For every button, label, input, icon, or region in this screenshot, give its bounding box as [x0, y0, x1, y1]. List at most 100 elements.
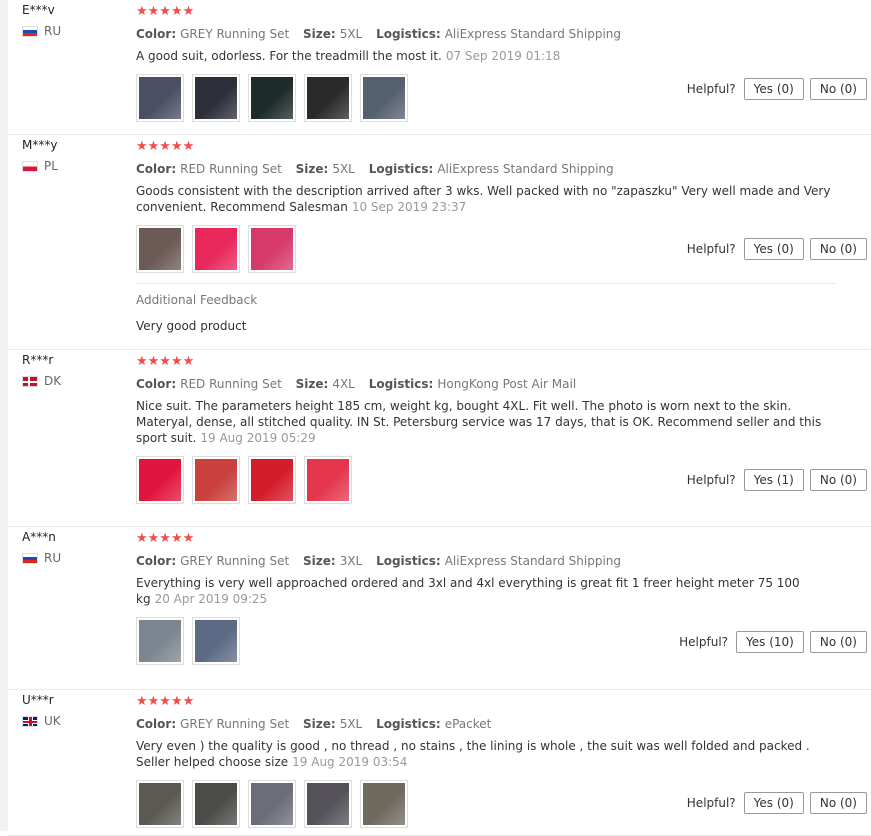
review-date: 19 Aug 2019 03:54	[292, 755, 408, 769]
helpful-yes-button[interactable]: Yes (1)	[743, 469, 804, 491]
size-label: Size:	[295, 162, 329, 176]
reviewer-name: E***v	[22, 3, 55, 17]
review-photo-thumbnail[interactable]	[192, 74, 240, 122]
review-item: U***r UK ★★★★★ Color: GREY Running Set Si…	[8, 690, 871, 836]
size-label: Size:	[303, 554, 336, 568]
helpful-label: Helpful?	[686, 796, 736, 810]
color-label: Color:	[136, 377, 177, 391]
review-photo-thumbnail[interactable]	[360, 780, 408, 828]
star-rating-icon: ★★★★★	[136, 531, 195, 546]
review-text: Nice suit. The parameters height 185 cm,…	[136, 398, 836, 446]
helpful-label: Helpful?	[679, 635, 729, 649]
helpful-no-button[interactable]: No (0)	[809, 469, 867, 491]
review-photo-thumbnail[interactable]	[248, 225, 296, 273]
review-text: A good suit, odorless. For the treadmill…	[136, 48, 836, 64]
reviewer-name: M***y	[22, 138, 58, 152]
size-value: 4XL	[332, 377, 355, 391]
review-photo-thumbnail[interactable]	[192, 225, 240, 273]
photo-image	[307, 783, 349, 825]
photo-image	[139, 783, 181, 825]
review-photo-thumbnail[interactable]	[248, 780, 296, 828]
review-photo-thumbnail[interactable]	[192, 780, 240, 828]
reviewer-info: M***y PL	[22, 137, 122, 173]
review-date: 19 Aug 2019 05:29	[200, 431, 316, 445]
review-item: E***v RU ★★★★★ Color: GREY Running Set Si…	[8, 0, 871, 135]
photo-image	[139, 77, 181, 119]
color-value: GREY Running Set	[180, 717, 290, 731]
photo-image	[195, 77, 237, 119]
helpful-yes-button[interactable]: Yes (0)	[743, 78, 804, 100]
helpful-label: Helpful?	[686, 242, 736, 256]
logistics-label: Logistics:	[368, 162, 434, 176]
review-date: 20 Apr 2019 09:25	[154, 592, 268, 606]
review-photo-thumbnail[interactable]	[304, 780, 352, 828]
country-code: RU	[44, 551, 62, 565]
helpful-vote: Helpful? Yes (0) No (0)	[687, 78, 867, 100]
review-photo-thumbnail[interactable]	[136, 225, 184, 273]
photo-image	[307, 77, 349, 119]
helpful-yes-button[interactable]: Yes (0)	[743, 792, 804, 814]
star-rating-icon: ★★★★★	[136, 4, 195, 19]
order-attributes: Color: RED Running Set Size: 4XL Logistics…	[136, 376, 836, 392]
review-item: A***n RU ★★★★★ Color: GREY Running Set Si…	[8, 527, 871, 690]
reviewer-info: U***r UK	[22, 692, 122, 728]
review-photo-thumbnail[interactable]	[136, 74, 184, 122]
helpful-no-button[interactable]: No (0)	[809, 792, 867, 814]
reviewer-country: PL	[22, 159, 122, 173]
helpful-yes-button[interactable]: Yes (0)	[743, 238, 804, 260]
review-text: Very even ) the quality is good , no thr…	[136, 738, 836, 770]
review-photo-thumbnail[interactable]	[192, 456, 240, 504]
logistics-value: AliExpress Standard Shipping	[444, 554, 622, 568]
photo-image	[195, 459, 237, 501]
color-value: RED Running Set	[180, 162, 282, 176]
reviewer-name: U***r	[22, 693, 54, 707]
color-label: Color:	[136, 717, 177, 731]
order-attributes: Color: GREY Running Set Size: 5XL Logistic…	[136, 716, 836, 732]
logistics-label: Logistics:	[376, 554, 441, 568]
reviewer-country: RU	[22, 24, 122, 38]
review-photo-thumbnail[interactable]	[304, 456, 352, 504]
logistics-value: HongKong Post Air Mail	[437, 377, 577, 391]
helpful-yes-button[interactable]: Yes (10)	[736, 631, 804, 653]
review-photo-thumbnail[interactable]	[192, 617, 240, 665]
size-value: 5XL	[332, 162, 355, 176]
logistics-label: Logistics:	[376, 27, 441, 41]
review-photo-thumbnail[interactable]	[248, 456, 296, 504]
reviewer-country: RU	[22, 551, 122, 565]
photo-image	[195, 228, 237, 270]
review-date: 10 Sep 2019 23:37	[351, 200, 467, 214]
logistics-value: ePacket	[444, 717, 492, 731]
helpful-no-button[interactable]: No (0)	[809, 78, 867, 100]
photo-image	[195, 783, 237, 825]
review-feed: E***v RU ★★★★★ Color: GREY Running Set Si…	[8, 0, 871, 836]
review-photo-thumbnail[interactable]	[360, 74, 408, 122]
photo-image	[251, 228, 293, 270]
star-rating-icon: ★★★★★	[136, 354, 195, 369]
review-text: Everything is very well approached order…	[136, 575, 836, 607]
photo-image	[251, 77, 293, 119]
photo-image	[251, 459, 293, 501]
review-item: M***y PL ★★★★★ Color: RED Running Set Siz…	[8, 135, 871, 350]
photo-image	[139, 620, 181, 662]
review-photo-thumbnail[interactable]	[136, 456, 184, 504]
size-value: 3XL	[339, 554, 363, 568]
review-date: 07 Sep 2019 01:18	[445, 49, 561, 63]
additional-feedback: Additional Feedback Very good product	[136, 283, 836, 338]
size-label: Size:	[303, 717, 336, 731]
helpful-no-button[interactable]: No (0)	[809, 631, 867, 653]
photo-image	[251, 783, 293, 825]
review-photo-thumbnail[interactable]	[304, 74, 352, 122]
logistics-label: Logistics:	[368, 377, 434, 391]
review-photo-thumbnail[interactable]	[136, 617, 184, 665]
left-margin-rule	[0, 0, 8, 831]
review-content: ★★★★★ Color: RED Running Set Size: 5XL Log…	[136, 135, 836, 338]
review-photo-thumbnail[interactable]	[136, 780, 184, 828]
size-value: 5XL	[339, 27, 363, 41]
helpful-no-button[interactable]: No (0)	[809, 238, 867, 260]
helpful-vote: Helpful? Yes (1) No (0)	[687, 469, 867, 491]
logistics-value: AliExpress Standard Shipping	[444, 27, 622, 41]
country-flag-icon	[22, 25, 38, 37]
star-rating-icon: ★★★★★	[136, 139, 195, 154]
review-photo-thumbnail[interactable]	[248, 74, 296, 122]
order-attributes: Color: GREY Running Set Size: 5XL Logistic…	[136, 26, 836, 42]
